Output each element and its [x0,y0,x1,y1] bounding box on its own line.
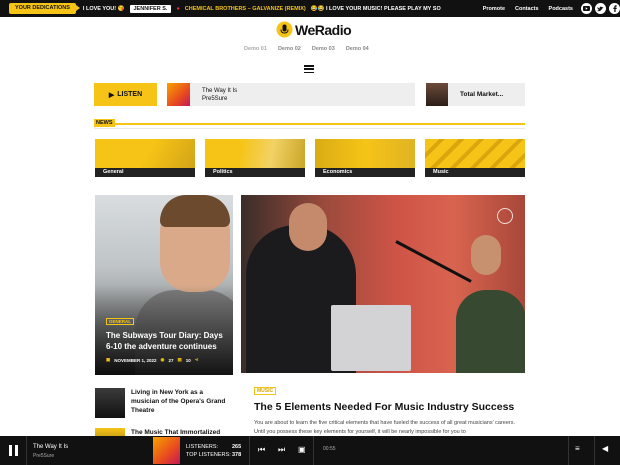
player-track-artist: Pre5Sure [33,453,55,459]
news-divider-light [94,128,525,129]
ticker-message: I LOVE YOU! 😘 [82,5,125,12]
comment-icon: ▤ [177,357,182,362]
top-listeners-label: TOP LISTENERS: [186,452,231,458]
featured-post-card[interactable]: GENERAL The Subways Tour Diary: Days 6-1… [95,195,233,375]
featured-article-image[interactable] [241,195,525,373]
pause-icon[interactable] [9,445,18,456]
play-icon: ▶ [108,91,115,99]
nav-link-contacts[interactable]: Contacts [515,6,539,12]
demo-link-04[interactable]: Demo 04 [346,46,369,52]
dedications-ticker: I LOVE YOU! 😘 JENNIFER S. ● CHEMICAL BRO… [82,4,473,13]
list-item-title[interactable]: Living in New York as a musician of the … [131,388,226,418]
calendar-icon: ▣ [106,357,111,362]
photo-person-hair [160,195,230,227]
song-artist: Pre5Sure [202,95,228,102]
listeners-value: 265 [232,444,242,450]
previous-icon[interactable]: ⏮ [258,445,265,455]
nav-link-podcasts[interactable]: Podcasts [549,6,573,12]
photo-woman-head [471,235,501,275]
category-label: Politics [213,169,233,175]
menu-icon[interactable] [304,65,314,73]
bottom-player: The Way It Is Pre5Sure LISTENERS: 265 TOP… [0,436,620,465]
news-categories: General Politics Economics Music [95,139,525,177]
nav-link-promote[interactable]: Promote [483,6,505,12]
cover-toggle-icon[interactable]: ▣ [298,445,306,454]
article-excerpt: You are about to learn the five critical… [254,420,516,435]
photo-mic-arm [395,240,472,283]
link-icon[interactable] [497,208,513,224]
share-icon[interactable]: ⋖ [195,357,199,363]
category-music[interactable]: Music [425,139,525,177]
photo-woman-body [456,290,525,373]
demo-nav: Demo 01 Demo 02 Demo 03 Demo 04 [244,46,369,52]
eye-icon: ◉ [160,357,165,362]
youtube-icon[interactable] [581,3,592,14]
divider [568,436,569,465]
player-track-title: The Way It Is [33,444,69,450]
post-category-tag[interactable]: GENERAL [106,318,135,325]
listener-stats: LISTENERS: 265 TOP LISTENERS: 378 [186,443,241,459]
podcast-title: Total Market... [460,91,504,98]
ticker-song: CHEMICAL BROTHERS – GALVANIZE (REMIX) [184,5,306,12]
post-views: 27 [168,357,174,363]
podcast-thumbnail [426,83,448,106]
divider [313,436,314,465]
category-label: General [103,169,124,175]
demo-link-01[interactable]: Demo 01 [244,46,267,52]
next-icon[interactable]: ⏭ [278,445,285,455]
post-title[interactable]: The Subways Tour Diary: Days 6-10 the ad… [106,331,226,352]
article-title[interactable]: The 5 Elements Needed For Music Industry… [254,401,514,413]
mic-logo-icon [276,21,293,38]
article-category-tag[interactable]: MUSIC [254,387,277,395]
category-politics[interactable]: Politics [205,139,305,177]
category-label: Economics [323,169,353,175]
top-bar: YOUR DEDICATIONS I LOVE YOU! 😘 JENNIFER … [0,0,620,17]
news-divider [94,123,525,125]
divider [594,436,595,465]
now-playing-strip[interactable]: The Way It Is Pre5Sure [167,83,415,106]
twitter-icon[interactable] [595,3,606,14]
player-album-cover [153,437,180,464]
top-nav: Promote Contacts Podcasts [483,6,573,12]
category-economics[interactable]: Economics [315,139,415,177]
dedications-badge[interactable]: YOUR DEDICATIONS [9,3,80,14]
listen-button[interactable]: ▶ LISTEN [94,83,157,106]
divider [249,436,250,465]
list-item[interactable]: Living in New York as a musician of the … [95,388,226,418]
category-general[interactable]: General [95,139,195,177]
social-links [581,3,620,14]
volume-icon[interactable]: ◀ [602,444,608,453]
list-thumbnail [95,388,125,418]
post-date: NOVEMBER 1, 2022 [114,357,157,363]
podcast-strip[interactable]: Total Market... [426,83,525,106]
category-label: Music [433,169,449,175]
listen-label: LISTEN [117,91,143,98]
ticker-message: 😂😂 I LOVE YOUR MUSIC! PLEASE PLAY MY SO [310,5,441,12]
track-time: 00:55 [323,446,336,452]
photo-man-head [289,203,327,251]
post-meta: ▣ NOVEMBER 1, 2022 ◉ 27 ▤ 10 ⋖ [106,357,199,363]
post-comments: 10 [185,357,191,363]
logo-text: WeRadio [295,21,352,38]
listeners-label: LISTENERS: [186,444,219,450]
song-title: The Way It Is [202,87,238,94]
divider [26,436,27,465]
playlist-icon[interactable]: ≡ [575,444,580,453]
now-playing-info: The Way It Is Pre5Sure [202,87,237,103]
news-section-label: NEWS [94,119,115,127]
site-logo[interactable]: WeRadio [276,21,352,38]
photo-laptop [331,305,411,371]
ticker-song-icon: ● [176,5,180,12]
demo-link-02[interactable]: Demo 02 [278,46,301,52]
album-cover [167,83,190,106]
demo-link-03[interactable]: Demo 03 [312,46,335,52]
facebook-icon[interactable] [609,3,620,14]
top-listeners-value: 378 [232,452,242,458]
ticker-name: JENNIFER S. [129,4,172,13]
